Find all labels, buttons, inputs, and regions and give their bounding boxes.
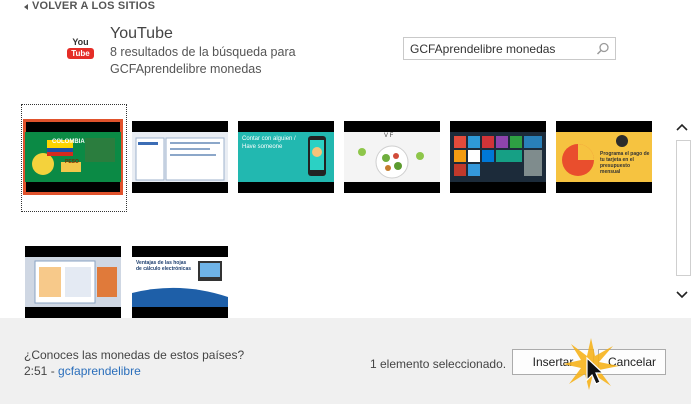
thumbnail-4-art <box>344 132 440 182</box>
thumbnail-1-caption-2: PESO <box>65 159 79 165</box>
insert-button[interactable]: Insertar <box>512 349 594 375</box>
thumbnail-6-caption: Programa el pago de tu tarjeta en el pre… <box>600 151 650 175</box>
logo-tube-text: Tube <box>67 48 94 59</box>
video-thumbnail-6[interactable]: Programa el pago de tu tarjeta en el pre… <box>556 121 652 193</box>
video-duration: 2:51 <box>24 364 48 378</box>
thumbnail-1-caption: COLOMBIA <box>52 139 85 145</box>
video-thumbnail-4[interactable]: V F <box>344 121 440 193</box>
video-thumbnail-7[interactable] <box>25 246 121 318</box>
vertical-scrollbar[interactable] <box>672 118 691 306</box>
selected-video-meta: 2:51 - gcfaprendelibre <box>24 364 141 378</box>
logo-you-text: You <box>72 37 89 47</box>
dialog-footer: ¿Conoces las monedas de estos países? 2:… <box>0 318 691 404</box>
channel-link[interactable]: gcfaprendelibre <box>58 364 141 378</box>
video-thumbnail-5[interactable] <box>450 121 546 193</box>
video-thumbnail-8[interactable]: Ventajas de las hojas de cálculo electró… <box>132 246 228 318</box>
thumbnail-3-caption: Contar con alguien / Have someone <box>242 136 296 150</box>
scroll-thumb[interactable] <box>676 140 691 276</box>
selected-video-title: ¿Conoces las monedas de estos países? <box>24 348 245 362</box>
back-link-label: VOLVER A LOS SITIOS <box>32 0 156 12</box>
video-thumbnail-3[interactable]: Contar con alguien / Have someone <box>238 121 334 193</box>
back-to-sites-link[interactable]: VOLVER A LOS SITIOS <box>24 0 155 13</box>
cancel-button[interactable]: Cancelar <box>598 349 666 375</box>
meta-separator: - <box>47 364 59 378</box>
search-icon[interactable] <box>595 41 611 57</box>
scroll-down-icon[interactable] <box>676 290 688 300</box>
video-thumbnail-2[interactable] <box>132 121 228 193</box>
thumbnail-4-caption: V F <box>384 133 394 139</box>
back-arrow-icon <box>24 3 28 10</box>
scroll-up-icon[interactable] <box>676 122 688 132</box>
thumbnail-8-caption: Ventajas de las hojas de cálculo electró… <box>136 260 192 272</box>
selection-count: 1 elemento seleccionado. <box>370 357 507 371</box>
thumbnail-7-art <box>25 257 121 307</box>
service-title: YouTube <box>110 25 173 42</box>
thumbnail-2-art <box>132 132 228 182</box>
search-input[interactable] <box>404 38 595 59</box>
video-thumbnail-1[interactable]: COLOMBIA PESO <box>23 119 123 195</box>
thumbnail-5-art <box>450 132 546 182</box>
youtube-logo: You Tube <box>67 37 94 61</box>
search-box[interactable] <box>403 37 616 60</box>
search-result-summary: 8 resultados de la búsqueda para GCFApre… <box>110 45 296 76</box>
